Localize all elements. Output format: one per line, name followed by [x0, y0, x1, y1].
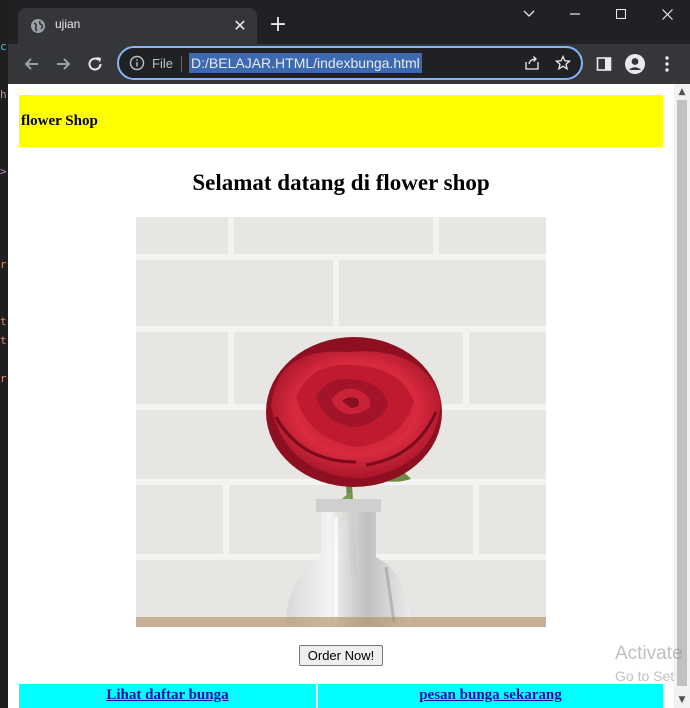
close-icon[interactable]: ✕ [231, 17, 249, 35]
tab-title: ujian [55, 17, 81, 31]
browser-window: ujian ✕ + File D:/BELAJAR.HTML/indexbung… [8, 0, 690, 708]
rose-photo [136, 217, 546, 627]
site-header: flower Shop [19, 95, 663, 147]
windows-activation-watermark: Activate [615, 643, 683, 664]
scroll-up-arrow-icon[interactable]: ▲ [674, 84, 690, 100]
order-now-button[interactable]: Order Now! [299, 645, 383, 666]
maximize-icon[interactable] [598, 0, 644, 30]
link-lihat-daftar-bunga[interactable]: Lihat daftar bunga [106, 687, 228, 703]
share-icon[interactable] [523, 55, 541, 73]
link-pesan-bunga-sekarang[interactable]: pesan bunga sekarang [419, 687, 562, 703]
globe-icon [31, 19, 45, 33]
welcome-heading: Selamat datang di flower shop [192, 170, 490, 195]
page-viewport: flower Shop Selamat datang di flower sho… [8, 84, 674, 708]
omnibox-separator [181, 56, 182, 72]
plus-icon[interactable]: + [266, 14, 290, 38]
star-icon[interactable] [554, 54, 572, 73]
profile-icon[interactable] [623, 52, 647, 76]
url-text[interactable]: D:/BELAJAR.HTML/indexbunga.html [189, 53, 422, 73]
nav-cell-pesan: pesan bunga sekarang [318, 684, 663, 708]
side-panel-icon[interactable] [592, 52, 616, 76]
site-title: flower Shop [21, 113, 98, 129]
forward-arrow-icon[interactable] [51, 52, 75, 76]
info-icon[interactable] [129, 55, 145, 71]
windows-activation-subtext: Go to Set [615, 668, 675, 684]
scheme-label: File [152, 56, 173, 71]
address-bar[interactable]: File D:/BELAJAR.HTML/indexbunga.html [117, 46, 583, 80]
tab-strip: ujian ✕ + [8, 0, 690, 44]
minimize-icon[interactable] [552, 0, 598, 30]
close-window-icon[interactable] [644, 0, 690, 30]
reload-icon[interactable] [83, 52, 107, 76]
nav-links: Lihat daftar bunga pesan bunga sekarang [19, 684, 663, 708]
back-arrow-icon[interactable] [20, 52, 44, 76]
background-editor-strip: c h > r t t r [0, 0, 8, 708]
tab-ujian[interactable]: ujian ✕ [18, 8, 257, 44]
kebab-menu-icon[interactable] [655, 52, 679, 76]
scroll-down-arrow-icon[interactable]: ▼ [674, 692, 690, 708]
page-scrollbar[interactable]: ▲ ▼ [674, 84, 690, 708]
scroll-thumb[interactable] [677, 100, 687, 686]
browser-toolbar: File D:/BELAJAR.HTML/indexbunga.html [8, 44, 690, 84]
chevron-down-icon[interactable] [506, 0, 552, 30]
nav-cell-daftar: Lihat daftar bunga [19, 684, 316, 708]
